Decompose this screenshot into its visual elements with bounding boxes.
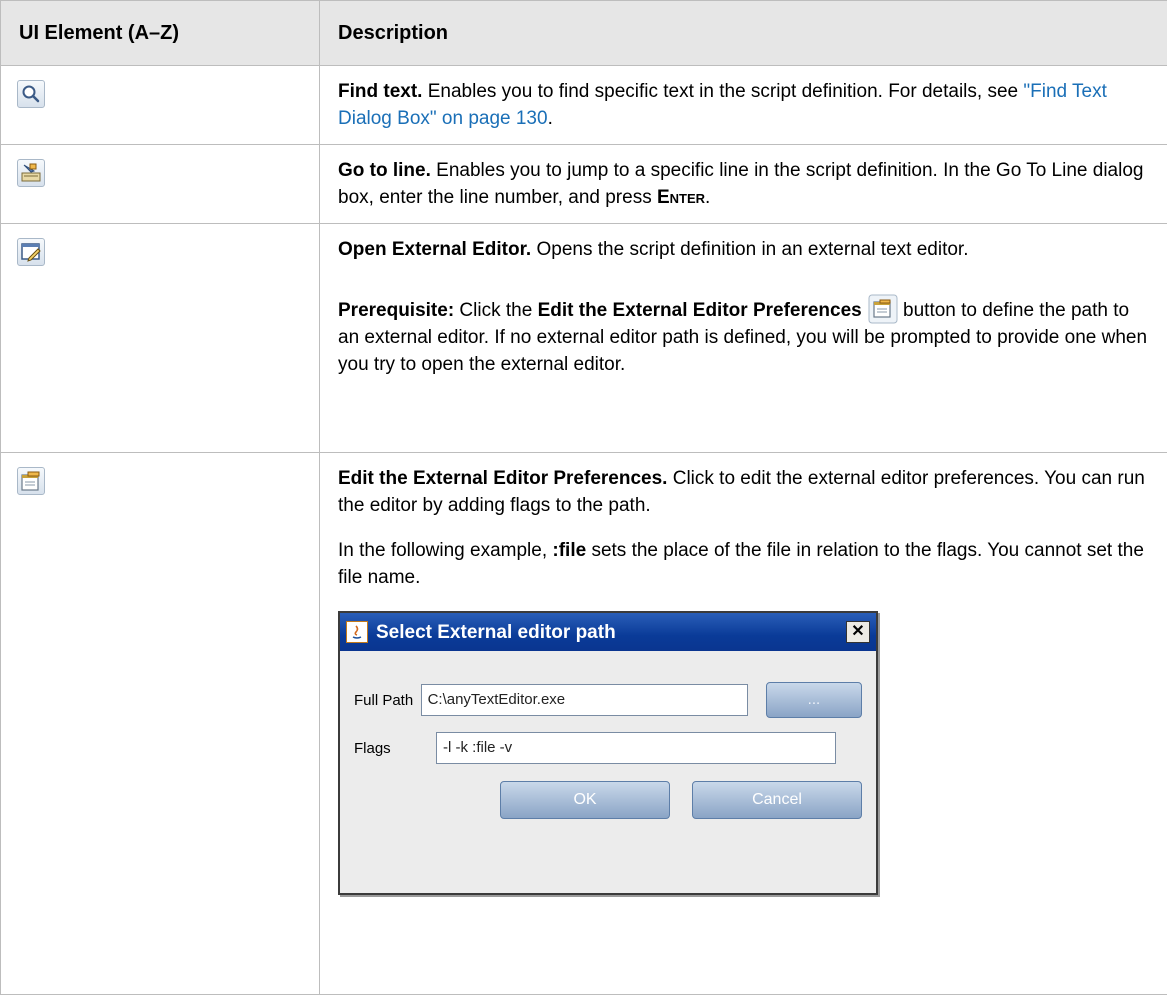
edit-preferences-icon[interactable]: [17, 467, 45, 495]
select-external-editor-dialog: Select External editor path ✕ Full Path …: [338, 611, 878, 895]
cancel-button[interactable]: Cancel: [692, 781, 862, 819]
enter-key: Enter: [657, 187, 705, 208]
full-path-row: Full Path C:\anyTextEditor.exe ...: [354, 681, 862, 719]
row-description: Go to line. Enables you to jump to a spe…: [338, 157, 1149, 211]
dialog-title-bar: Select External editor path ✕: [340, 613, 876, 651]
browse-button[interactable]: ...: [766, 682, 862, 718]
close-icon[interactable]: ✕: [846, 621, 870, 643]
ok-button[interactable]: OK: [500, 781, 670, 819]
table-row: Find text. Enables you to find specific …: [1, 66, 1167, 145]
find-text-icon[interactable]: [17, 80, 45, 108]
row-title: Go to line.: [338, 160, 431, 181]
table-row: Open External Editor. Opens the script d…: [1, 224, 1167, 453]
flags-input[interactable]: -l -k :file -v: [436, 732, 836, 764]
table-row: Edit the External Editor Preferences. Cl…: [1, 453, 1167, 995]
column-header-description: Description: [320, 1, 1167, 66]
full-path-input[interactable]: C:\anyTextEditor.exe: [421, 684, 748, 716]
row-description: Edit the External Editor Preferences. Cl…: [338, 465, 1149, 519]
row-title: Edit the External Editor Preferences.: [338, 468, 667, 489]
go-to-line-icon[interactable]: [17, 159, 45, 187]
flags-row: Flags -l -k :file -v: [354, 729, 862, 767]
edit-preferences-icon[interactable]: [868, 294, 898, 324]
row-title: Open External Editor.: [338, 239, 531, 260]
table-header-row: UI Element (A–Z) Description: [1, 1, 1167, 66]
full-path-label: Full Path: [354, 687, 421, 714]
row-description: Find text. Enables you to find specific …: [338, 78, 1149, 132]
dialog-title: Select External editor path: [376, 619, 846, 646]
java-app-icon: [346, 621, 368, 643]
table-row: Go to line. Enables you to jump to a spe…: [1, 145, 1167, 224]
flags-label: Flags: [354, 735, 436, 762]
ui-elements-table: UI Element (A–Z) Description Find text. …: [0, 0, 1167, 995]
dialog-body: Full Path C:\anyTextEditor.exe ... Flags…: [340, 651, 876, 819]
row-description: Open External Editor. Opens the script d…: [338, 236, 1149, 263]
prerequisite-note: Prerequisite: Click the Edit the Externa…: [338, 294, 1149, 378]
example-note: In the following example, :file sets the…: [338, 537, 1149, 591]
open-external-editor-icon[interactable]: [17, 238, 45, 266]
column-header-ui-element: UI Element (A–Z): [1, 1, 320, 66]
dialog-buttons: OK Cancel: [354, 781, 862, 819]
row-title: Find text.: [338, 81, 422, 102]
